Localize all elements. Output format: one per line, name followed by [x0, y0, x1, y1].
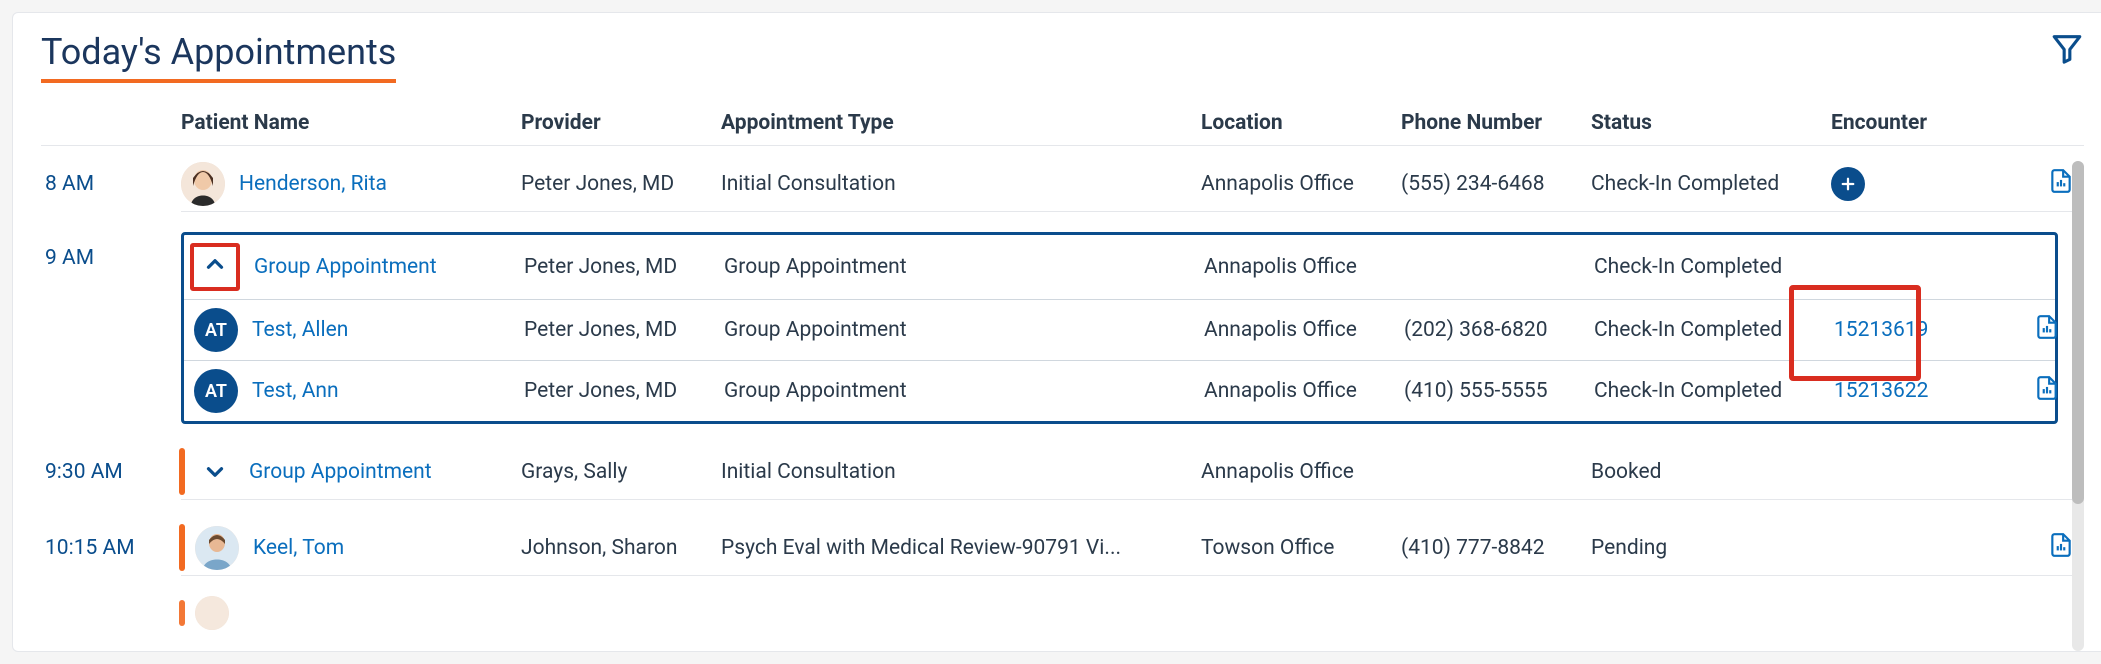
phone-cell: (410) 555-5555	[1404, 379, 1594, 403]
time-label: 9:30 AM	[41, 460, 181, 484]
appt-type-cell: Group Appointment	[724, 379, 1204, 403]
avatar: AT	[194, 369, 238, 413]
location-cell: Annapolis Office	[1201, 172, 1401, 196]
provider-cell: Johnson, Sharon	[521, 536, 721, 560]
document-icon[interactable]	[2034, 314, 2060, 346]
table-row-group-expanded: 9 AM Group Appointment Peter Jones, MD G…	[41, 222, 2084, 434]
row-actions	[2034, 375, 2070, 407]
location-cell: Annapolis Office	[1204, 379, 1404, 403]
expand-group-button[interactable]	[195, 459, 235, 485]
document-icon[interactable]	[2048, 168, 2074, 200]
appt-type-cell: Group Appointment	[724, 255, 1204, 279]
appt-type-cell: Initial Consultation	[721, 172, 1201, 196]
table-row: 10:15 AM Keel, Tom Johnson, Sharon Psych…	[41, 510, 2084, 586]
group-appointment-box: Group Appointment Peter Jones, MD Group …	[181, 232, 2058, 424]
provider-cell: Peter Jones, MD	[521, 172, 721, 196]
chevron-up-icon	[202, 251, 228, 283]
page-title: Today's Appointments	[41, 31, 396, 83]
avatar-initials: AT	[205, 320, 227, 341]
document-icon[interactable]	[2048, 532, 2074, 564]
encounter-cell: 15213619	[1834, 318, 2034, 342]
header-appt-type: Appointment Type	[721, 111, 1201, 135]
phone-cell: (410) 777-8842	[1401, 536, 1591, 560]
appointments-card: Today's Appointments Patient Name Provid…	[12, 12, 2101, 652]
avatar	[195, 596, 229, 630]
header-location: Location	[1201, 111, 1401, 135]
group-name-link[interactable]: Group Appointment	[254, 255, 437, 279]
table-row-partial	[41, 586, 2084, 640]
patient-cell[interactable]: Henderson, Rita	[181, 162, 521, 206]
group-member-row: AT Test, Ann Peter Jones, MD Group Appoi…	[184, 361, 2055, 421]
encounter-link[interactable]: 15213622	[1834, 379, 1928, 403]
time-label: 10:15 AM	[41, 536, 181, 560]
header-encounter: Encounter	[1831, 111, 2031, 135]
patient-cell[interactable]: AT Test, Ann	[184, 369, 524, 413]
document-icon[interactable]	[2034, 375, 2060, 407]
appt-type-cell: Initial Consultation	[721, 460, 1201, 484]
patient-cell[interactable]: Keel, Tom	[181, 526, 521, 570]
group-header-row: Group Appointment Peter Jones, MD Group …	[184, 235, 2055, 300]
location-cell: Annapolis Office	[1204, 318, 1404, 342]
provider-cell: Peter Jones, MD	[524, 379, 724, 403]
patient-cell[interactable]: AT Test, Allen	[184, 308, 524, 352]
avatar: AT	[194, 308, 238, 352]
status-cell: Check-In Completed	[1591, 172, 1831, 196]
table-header: Patient Name Provider Appointment Type L…	[41, 101, 2084, 146]
status-cell: Check-In Completed	[1594, 255, 1834, 279]
avatar-initials: AT	[205, 381, 227, 402]
time-label: 8 AM	[41, 172, 181, 196]
group-member-row: AT Test, Allen Peter Jones, MD Group App…	[184, 300, 2055, 361]
patient-cell[interactable]	[181, 596, 521, 630]
provider-cell: Peter Jones, MD	[524, 255, 724, 279]
appt-type-cell: Psych Eval with Medical Review-90791 Vi.…	[721, 536, 1201, 560]
provider-cell: Grays, Sally	[521, 460, 721, 484]
patient-name-link[interactable]: Test, Allen	[252, 318, 348, 342]
phone-cell: (202) 368-6820	[1404, 318, 1594, 342]
appt-type-cell: Group Appointment	[724, 318, 1204, 342]
row-actions	[2034, 314, 2070, 346]
status-cell: Pending	[1591, 536, 1831, 560]
card-header: Today's Appointments	[41, 31, 2084, 83]
phone-cell: (555) 234-6468	[1401, 172, 1591, 196]
location-cell: Towson Office	[1201, 536, 1401, 560]
group-name-link[interactable]: Group Appointment	[249, 460, 432, 484]
patient-name-link[interactable]: Henderson, Rita	[239, 172, 387, 196]
provider-cell: Peter Jones, MD	[524, 318, 724, 342]
avatar	[195, 526, 239, 570]
add-encounter-button[interactable]	[1831, 167, 1865, 201]
avatar	[181, 162, 225, 206]
patient-name-link[interactable]: Test, Ann	[252, 379, 339, 403]
table-row: 8 AM Henderson, Rita Peter Jones, MD Ini…	[41, 146, 2084, 222]
patient-name-link[interactable]: Keel, Tom	[253, 536, 344, 560]
collapse-group-button[interactable]	[190, 243, 240, 291]
scrollbar-thumb[interactable]	[2072, 161, 2084, 504]
status-cell: Booked	[1591, 460, 1831, 484]
location-cell: Annapolis Office	[1204, 255, 1404, 279]
scrollbar[interactable]	[2072, 161, 2084, 651]
encounter-link[interactable]: 15213619	[1834, 318, 1928, 342]
patient-cell[interactable]: Group Appointment	[184, 243, 524, 291]
encounter-cell: 15213622	[1834, 379, 2034, 403]
location-cell: Annapolis Office	[1201, 460, 1401, 484]
header-status: Status	[1591, 111, 1831, 135]
header-phone: Phone Number	[1401, 111, 1591, 135]
filter-icon[interactable]	[2050, 31, 2084, 69]
header-patient: Patient Name	[181, 111, 521, 135]
status-cell: Check-In Completed	[1594, 318, 1834, 342]
encounter-cell	[1831, 167, 2031, 201]
patient-cell[interactable]: Group Appointment	[181, 459, 521, 485]
table-row-group-collapsed: 9:30 AM Group Appointment Grays, Sally I…	[41, 434, 2084, 510]
status-cell: Check-In Completed	[1594, 379, 1834, 403]
time-label: 9 AM	[41, 232, 181, 270]
header-provider: Provider	[521, 111, 721, 135]
appointments-table: Patient Name Provider Appointment Type L…	[41, 101, 2084, 661]
